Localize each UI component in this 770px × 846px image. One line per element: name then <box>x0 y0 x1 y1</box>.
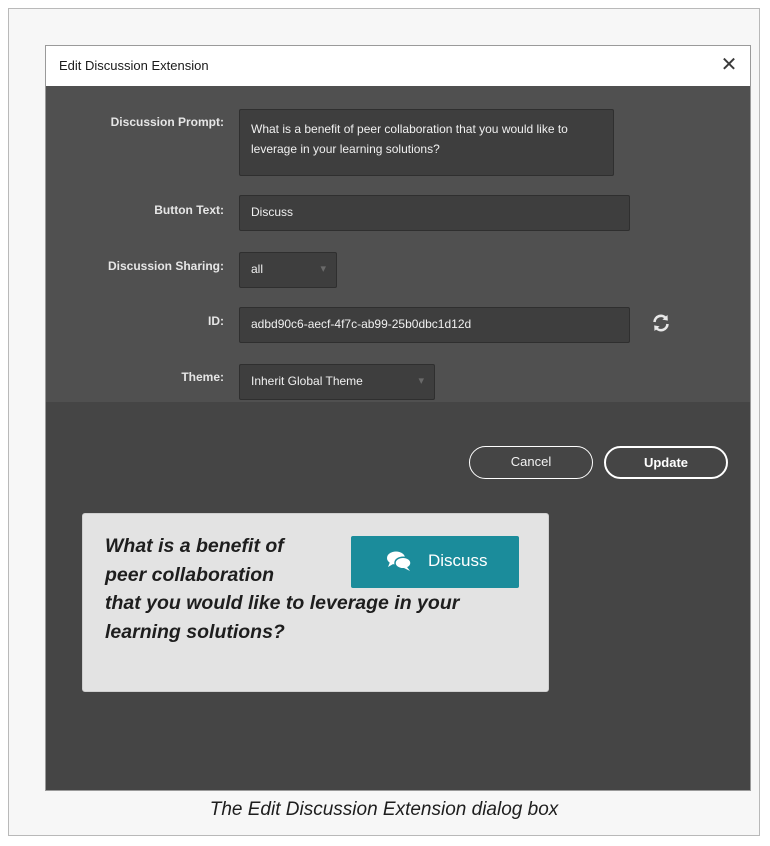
button-text-label: Button Text: <box>154 203 224 217</box>
preview-line: learning solutions? <box>105 620 285 643</box>
theme-select[interactable]: Inherit Global Theme ▾ <box>239 364 435 400</box>
chat-bubbles-icon <box>386 550 412 572</box>
chevron-down-icon: ▾ <box>320 263 326 275</box>
sharing-label: Discussion Sharing: <box>107 259 224 273</box>
update-button[interactable]: Update <box>604 446 728 479</box>
prompt-label: Discussion Prompt: <box>110 115 224 129</box>
figure-frame: Edit Discussion Extension ✕ Discussion P… <box>8 8 760 836</box>
id-label: ID: <box>208 314 224 328</box>
discuss-button-label: Discuss <box>428 551 488 570</box>
button-text-input[interactable]: Discuss <box>239 195 630 231</box>
figure-caption: The Edit Discussion Extension dialog box <box>209 799 559 820</box>
id-input[interactable]: adbd90c6-aecf-4f7c-ab99-25b0dbc1d12d <box>239 307 630 343</box>
refresh-icon[interactable] <box>650 312 672 334</box>
cancel-button[interactable]: Cancel <box>469 446 593 479</box>
discussion-preview: What is a benefit of peer collaboration … <box>82 513 549 692</box>
close-icon[interactable]: ✕ <box>714 50 744 80</box>
prompt-textarea[interactable]: What is a benefit of peer collaboration … <box>239 109 614 176</box>
preview-line: that you would like to leverage in your <box>105 592 460 614</box>
chevron-down-icon: ▾ <box>418 375 424 387</box>
edit-discussion-dialog: Edit Discussion Extension ✕ Discussion P… <box>45 45 751 791</box>
theme-label: Theme: <box>181 370 224 384</box>
sharing-select-value: all <box>251 262 264 276</box>
discuss-button[interactable]: Discuss <box>351 536 519 588</box>
sharing-select[interactable]: all ▾ <box>239 252 337 288</box>
theme-select-value: Inherit Global Theme <box>251 374 363 388</box>
dialog-title: Edit Discussion Extension <box>59 58 209 73</box>
dialog-titlebar: Edit Discussion Extension ✕ <box>46 46 750 86</box>
